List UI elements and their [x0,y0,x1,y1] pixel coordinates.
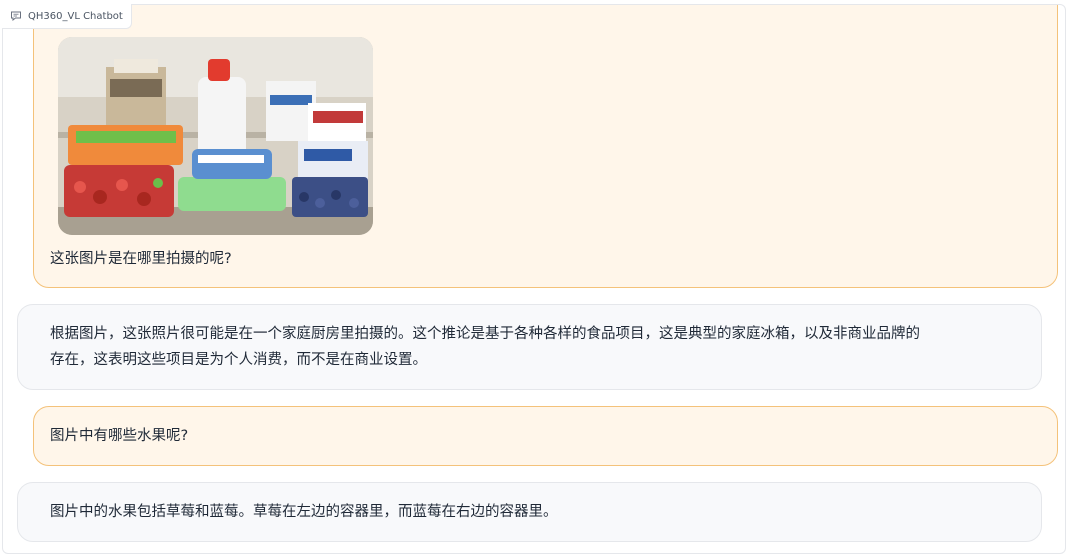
chatbot-label: QH360_VL Chatbot [2,4,132,29]
bot-message: 根据图片，这张照片很可能是在一个家庭厨房里拍摄的。这个推论是基于各种各样的食品项… [17,304,1042,390]
fridge-photo-illustration [58,37,373,235]
bot-message-line: 根据图片，这张照片很可能是在一个家庭厨房里拍摄的。这个推论是基于各种各样的食品项… [50,326,920,342]
user-message: 这张图片是在哪里拍摄的呢? [33,5,1058,288]
bot-message-text: 图片中的水果包括草莓和蓝莓。草莓在左边的容器里，而蓝莓在右边的容器里。 [50,504,558,520]
chatbot-panel: 这张图片是在哪里拍摄的呢? 根据图片，这张照片很可能是在一个家庭厨房里拍摄的。这… [2,4,1066,554]
user-message-text: 这张图片是在哪里拍摄的呢? [50,251,232,267]
bot-message: 图片中的水果包括草莓和蓝莓。草莓在左边的容器里，而蓝莓在右边的容器里。 [17,482,1042,542]
chat-icon [11,11,21,22]
user-message: 图片中有哪些水果呢? [33,406,1058,466]
user-message-text: 图片中有哪些水果呢? [50,428,189,444]
bot-message-line: 存在，这表明这些项目是为个人消费，而不是在商业设置。 [50,352,427,368]
fridge-photo [58,37,373,235]
chatbot-title: QH360_VL Chatbot [28,10,123,22]
